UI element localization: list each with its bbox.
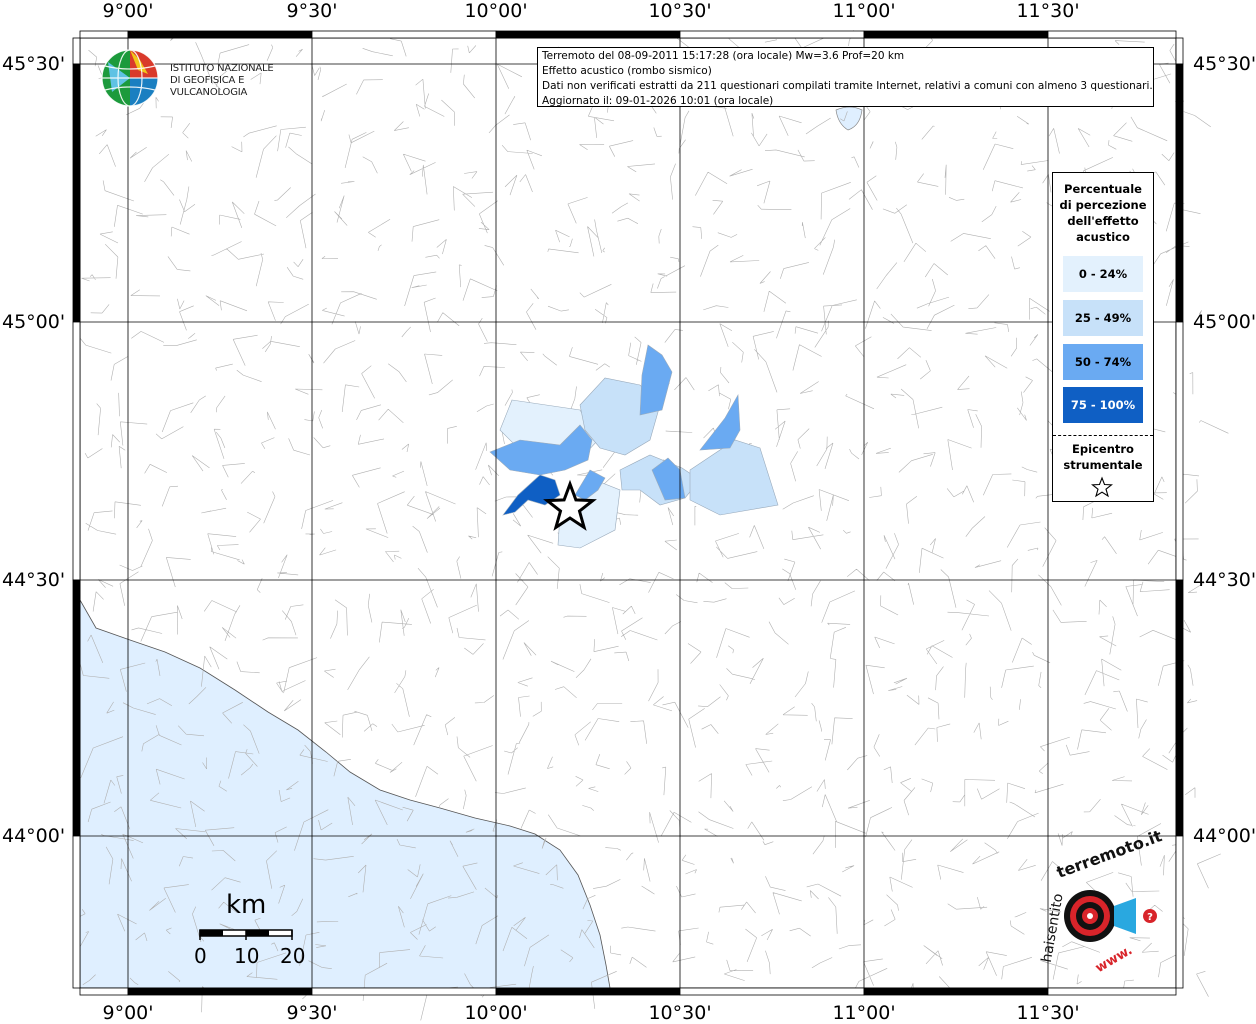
legend-title-line: acustico (1076, 230, 1130, 244)
frame-segment-left (72, 835, 81, 989)
frame-segment-bottom (679, 987, 865, 996)
legend-title: Percentuale di percezione dell'effetto a… (1053, 181, 1153, 245)
legend-title-line: Percentuale (1064, 182, 1142, 196)
lat-tick-left: 44°00' (2, 825, 66, 847)
star-icon (1091, 476, 1113, 498)
legend-divider (1053, 435, 1153, 436)
frame-segment-top (679, 30, 865, 39)
perception-zone-5 (639, 344, 673, 416)
frame-segment-top (863, 30, 1049, 39)
sea-polygon (79, 598, 611, 989)
lat-tick-right: 44°30' (1193, 569, 1256, 591)
lon-tick-bottom: 9°00' (102, 1002, 154, 1024)
frame-segment-bottom (79, 987, 129, 996)
lon-tick-bottom: 10°30' (648, 1002, 712, 1024)
frame-segment-bottom (863, 987, 1049, 996)
lat-tick-left: 45°00' (2, 311, 66, 333)
legend-title-line: dell'effetto (1067, 214, 1139, 228)
lat-tick-right: 44°00' (1193, 825, 1256, 847)
legend-epicenter-line: strumentale (1063, 458, 1143, 472)
svg-text:?: ? (1147, 912, 1153, 923)
legend-item-50-74: 50 - 74% (1063, 344, 1143, 380)
lat-tick-left: 44°30' (2, 569, 66, 591)
perception-zone-4 (689, 439, 779, 516)
frame-segment-left (72, 37, 81, 65)
ingv-logo: ISTITUTO NAZIONALE DI GEOFISICA E VULCAN… (100, 48, 310, 110)
scale-label-10: 10 (234, 944, 260, 968)
haisentito-logo: ? terremoto.it haisentito www. (1032, 826, 1172, 980)
frame-segment-left (72, 321, 81, 581)
lon-tick-bottom: 10°00' (464, 1002, 528, 1024)
lon-tick-top: 10°30' (648, 0, 712, 22)
legend-title-line: di percezione (1059, 198, 1147, 212)
frame-segment-top (79, 30, 129, 39)
frame-segment-bottom (311, 987, 497, 996)
event-info-box: Terremoto del 08-09-2011 15:17:28 (ora l… (537, 47, 1154, 107)
lon-tick-top: 11°30' (1016, 0, 1080, 22)
scale-label-0: 0 (194, 944, 207, 968)
frame-segment-bottom (495, 987, 681, 996)
perception-zones (489, 344, 779, 549)
sea-area (79, 106, 863, 989)
ingv-name-line1: ISTITUTO NAZIONALE (170, 63, 274, 74)
frame-segment-left (72, 63, 81, 323)
lon-tick-bottom: 11°00' (832, 1002, 896, 1024)
event-title: Terremoto del 08-09-2011 15:17:28 (ora l… (542, 50, 905, 62)
legend-item-25-49: 25 - 49% (1063, 300, 1143, 336)
lon-tick-bottom: 11°30' (1016, 1002, 1080, 1024)
data-source-note: Dati non verificati estratti da 211 ques… (542, 80, 1153, 92)
legend: Percentuale di percezione dell'effetto a… (1052, 172, 1154, 502)
lat-tick-right: 45°00' (1193, 311, 1256, 333)
legend-item-0-24: 0 - 24% (1063, 256, 1143, 292)
lat-tick-left: 45°30' (2, 53, 66, 75)
legend-item-75-100: 75 - 100% (1063, 387, 1143, 423)
frame-segment-right (1175, 37, 1184, 65)
legend-epicenter-line: Epicentro (1072, 442, 1134, 456)
frame-segment-top (311, 30, 497, 39)
perception-zone-10 (502, 474, 561, 516)
legend-epicenter-label: Epicentro strumentale (1053, 441, 1153, 473)
lon-tick-top: 11°00' (832, 0, 896, 22)
scale-bar: km 0 10 20 (190, 890, 320, 970)
frame-segment-right (1175, 63, 1184, 323)
last-updated: Aggiornato il: 09-01-2026 10:01 (ora loc… (542, 95, 774, 107)
frame-segment-top (127, 30, 313, 39)
frame-segment-bottom (1047, 987, 1177, 996)
frame-segment-left (72, 579, 81, 837)
lon-tick-top: 10°00' (464, 0, 528, 22)
lon-tick-top: 9°00' (102, 0, 154, 22)
lon-tick-bottom: 9°30' (286, 1002, 338, 1024)
frame-segment-top (1047, 30, 1177, 39)
scale-unit: km (226, 890, 267, 920)
frame-segment-right (1175, 579, 1184, 837)
frame-segment-top (495, 30, 681, 39)
lon-tick-top: 9°30' (286, 0, 338, 22)
globe-icon (101, 49, 159, 107)
frame-segment-right (1175, 835, 1184, 989)
frame-segment-right (1175, 321, 1184, 581)
effect-type: Effetto acustico (rombo sismico) (542, 65, 712, 77)
ingv-name-line2: DI GEOFISICA E VULCANOLOGIA (170, 75, 248, 98)
lat-tick-right: 45°30' (1193, 53, 1256, 75)
frame-segment-bottom (127, 987, 313, 996)
scale-label-20: 20 (280, 944, 306, 968)
lake-polygon (835, 106, 863, 131)
